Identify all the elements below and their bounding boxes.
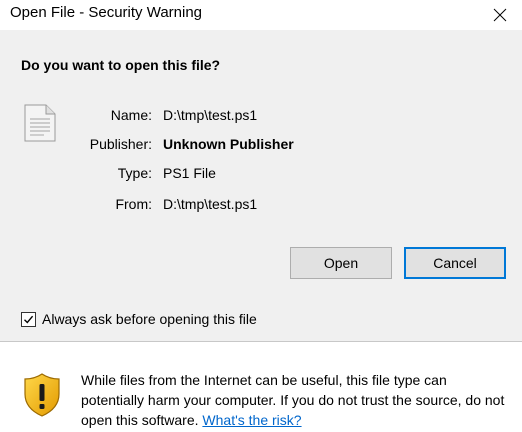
file-from-label: From: — [115, 196, 152, 212]
always-ask-checkbox-row[interactable]: Always ask before opening this file — [21, 309, 257, 329]
shield-warning-icon — [24, 373, 60, 417]
file-name-row: Name: D:\tmp\test.ps1 — [0, 105, 522, 125]
checkmark-icon — [24, 315, 34, 324]
whats-the-risk-link[interactable]: What's the risk? — [202, 412, 301, 428]
publisher-label: Publisher: — [89, 136, 152, 152]
always-ask-checkbox[interactable] — [21, 311, 36, 327]
file-from-row: From: D:\tmp\test.ps1 — [0, 194, 522, 214]
title-bar: Open File - Security Warning — [0, 0, 522, 30]
file-name-label: Name: — [110, 107, 152, 123]
file-name-value: D:\tmp\test.ps1 — [163, 107, 258, 123]
window-title: Open File - Security Warning — [10, 4, 203, 21]
security-warning-dialog: Open File - Security Warning Do you want… — [0, 0, 522, 432]
file-type-value: PS1 File — [163, 165, 216, 181]
open-button[interactable]: Open — [290, 247, 392, 279]
publisher-row: Publisher: Unknown Publisher — [0, 134, 522, 154]
publisher-value: Unknown Publisher — [163, 136, 294, 152]
warning-message: While files from the Internet can be use… — [81, 370, 511, 430]
file-from-value: D:\tmp\test.ps1 — [163, 196, 258, 212]
cancel-button[interactable]: Cancel — [404, 247, 506, 279]
file-type-row: Type: PS1 File — [0, 163, 522, 183]
warning-area: While files from the Internet can be use… — [0, 342, 522, 432]
file-type-label: Type: — [117, 165, 152, 181]
always-ask-label: Always ask before opening this file — [42, 311, 257, 327]
close-icon — [493, 8, 507, 22]
close-button[interactable] — [478, 0, 522, 30]
dialog-heading: Do you want to open this file? — [21, 57, 221, 73]
